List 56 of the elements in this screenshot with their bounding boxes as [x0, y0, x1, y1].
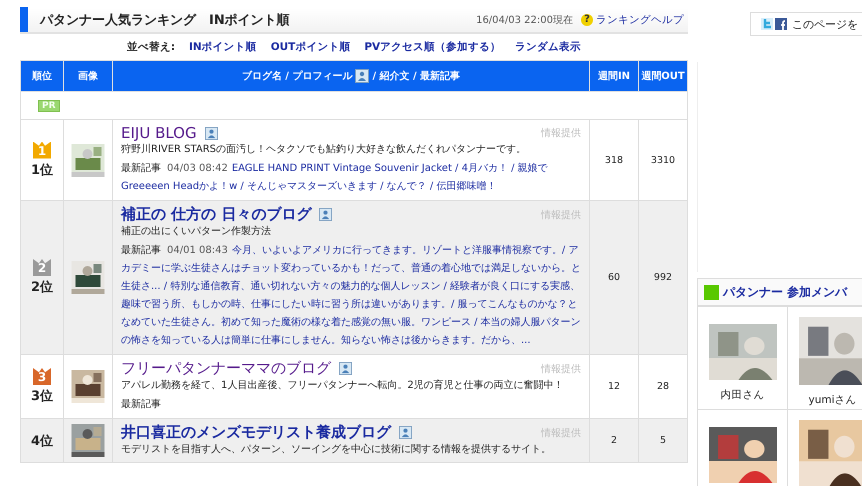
- rank-label: 3位: [30, 388, 54, 405]
- weekly-out: 28: [638, 354, 688, 418]
- help-link[interactable]: ランキングヘルプ: [596, 12, 684, 26]
- column-header: 順位: [20, 60, 64, 92]
- sort-link[interactable]: INポイント順: [189, 40, 257, 54]
- rank-label: 2位: [30, 279, 54, 296]
- column-header: 週間IN: [590, 60, 638, 92]
- sort-link[interactable]: PVアクセス順（参加する）: [364, 40, 502, 54]
- latest-articles: 最新記事: [121, 398, 162, 412]
- info-label: 情報提供: [541, 126, 581, 140]
- member-name[interactable]: 内田さん: [720, 388, 764, 402]
- blog-title-link[interactable]: 井口喜正のメンズモデリスト養成ブログ: [121, 423, 391, 442]
- column-header: 週間OUT: [638, 60, 688, 92]
- blog-title-link[interactable]: 補正の 仕方の 日々のブログ: [121, 205, 312, 224]
- help-icon: ?: [581, 14, 593, 26]
- blog-description: 補正の出にくいパターン作製方法: [121, 224, 272, 239]
- accent-bar: [20, 7, 28, 32]
- sort-link[interactable]: ランダム表示: [515, 40, 582, 54]
- column-header: / 紹介文 / 最新記事: [372, 69, 460, 83]
- rank-label: 1位: [30, 162, 54, 178]
- f-logo-icon: [775, 18, 787, 30]
- square-icon: [704, 284, 719, 300]
- weekly-in: 60: [590, 200, 638, 354]
- sort-link[interactable]: OUTポイント順: [270, 40, 350, 54]
- sort-label: 並べ替え:: [126, 40, 176, 54]
- panel-title: パタンナー 参加メンバ: [723, 284, 848, 300]
- member-name[interactable]: yumiさん: [808, 393, 856, 407]
- blog-title-link[interactable]: EIJU BLOG: [121, 124, 197, 142]
- profile-icon: [355, 69, 370, 83]
- profile-icon[interactable]: [399, 426, 412, 439]
- info-label: 情報提供: [541, 362, 581, 376]
- blog-title-link[interactable]: フリーパタンナーママのブログ: [121, 359, 331, 378]
- column-header: 画像: [64, 60, 112, 92]
- page-title: パタンナー人気ランキング INポイント順: [40, 12, 291, 28]
- crown-badge: 3: [33, 368, 51, 385]
- pr-badge: PR: [38, 100, 60, 112]
- latest-articles: 最新記事 04/01 08:43 今月、いよいよアメリカに行ってきます。リゾートと洋服事情視察です。/ アカデミーに学ぶ生徒さんはチョット変わっているかも！だって、普通の着心地では満足しないから。と生徒さ... / 特別な通信教育、通い切れない方々の魅力的な個人レッスン / 経験者が良く口にする実感、趣味で習う所、もしかの時、仕事にしたい時に習う所は違いがあります。/ 服ってこんなものかな？となめていた生徒さん。初めて知った魔術の様な着た感覚の無い服。ワンピース / 本当の婦人服パターンの怖さを知っている人は簡単に仕事にしません。知らない怖さは後からきます。だから、...: [121, 244, 581, 348]
- weekly-in: 12: [590, 354, 638, 418]
- weekly-in: 318: [590, 120, 638, 200]
- crown-badge: 2: [33, 259, 51, 276]
- rank-label: 4位: [30, 432, 54, 450]
- timestamp: 16/04/03 22:00現在: [476, 14, 573, 26]
- share-button[interactable]: このページを: [750, 12, 862, 36]
- profile-icon[interactable]: [319, 208, 332, 221]
- blog-description: アパレル勤務を経て、1人目出産後、フリーパタンナーへ転向。2児の育児と仕事の両立に奮闘中！: [121, 378, 565, 393]
- column-header: ブログ名 / プロフィール: [242, 69, 352, 83]
- weekly-out: 992: [638, 200, 688, 354]
- weekly-out: 3310: [638, 120, 688, 200]
- profile-icon[interactable]: [204, 126, 218, 140]
- weekly-in: 2: [590, 418, 638, 462]
- crown-badge: 1: [33, 142, 51, 158]
- weekly-out: 5: [638, 418, 688, 462]
- latest-articles: 最新記事 04/03 08:42 EAGLE HAND PRINT Vintage Souvenir Jacket / 4月バカ！ / 親娘でGreeeeen Headかよ！w / そんじゃマスターズいきます / なんで？ / 伝田郷味噌！: [121, 162, 549, 194]
- blog-description: モデリストを目指す人へ、パターン、ソーイングを中心に技術に関する情報を提供するサイト。: [121, 442, 552, 457]
- blog-description: 狩野川RIVER STARSの面汚し！ヘタクソでも鮎釣り大好きな飲んだくれパタンナーです。: [121, 142, 527, 157]
- profile-icon[interactable]: [339, 362, 352, 375]
